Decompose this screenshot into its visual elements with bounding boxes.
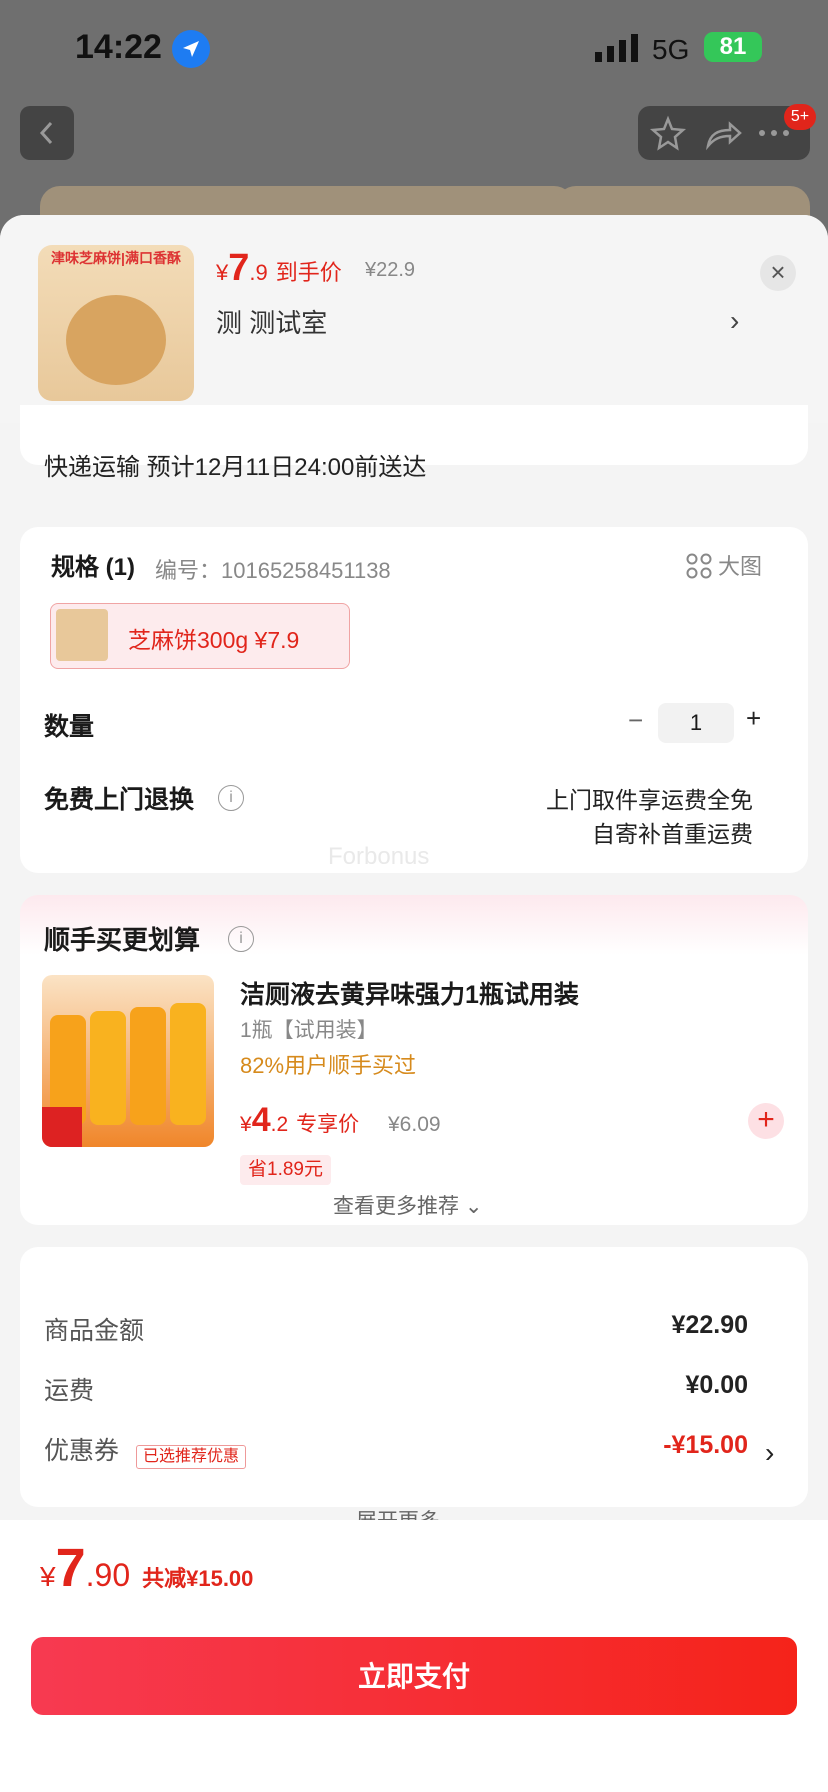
total-decimal: .90 [85,1557,131,1593]
watermark: Forbonus [328,843,430,870]
shipping-fee-label: 运费 [44,1377,95,1405]
battery-icon: 81 [704,32,762,62]
chevron-left-icon [39,121,53,145]
subtotal-value: ¥22.90 [671,1311,748,1339]
original-price: ¥22.9 [365,259,416,281]
grid-icon [686,553,712,579]
pay-now-button[interactable]: 立即支付 [31,1637,797,1715]
thumbnail-brand-text: 津味芝麻饼|满口香酥 [51,250,181,266]
status-time: 14:22 [75,28,162,66]
currency-symbol: ¥ [216,260,229,285]
discount-note: 共减¥15.00 [142,1566,254,1591]
total-price: ¥7.90 共减¥15.00 [40,1537,253,1599]
bundle-title: 顺手买更划算 [44,925,201,955]
coupon-tag: 已选推荐优惠 [136,1445,247,1469]
product-thumbnail[interactable]: 津味芝麻饼|满口香酥 [38,245,194,401]
more-icon[interactable] [759,130,789,136]
star-icon[interactable] [649,115,687,151]
return-policy-line2: 自寄补首重运费 [592,821,753,847]
sesame-cookie-image [66,295,166,385]
more-recommendations-link[interactable]: 查看更多推荐 ⌄ [333,1190,482,1220]
spec-option-label: 芝麻饼300g ¥7.9 [128,627,300,653]
info-icon[interactable]: i [228,926,254,952]
free-return-label: 免费上门退换 [44,786,195,814]
info-icon[interactable]: i [218,785,244,811]
price-decimal: .9 [249,260,268,285]
spec-title: 规格 (1) [51,554,135,581]
price-label: 专享价 [296,1113,360,1136]
price-decimal: .2 [270,1113,289,1136]
quantity-increase-button[interactable]: + [746,703,761,734]
bundle-social-proof: 82%用户顺手买过 [240,1053,417,1078]
close-button[interactable]: × [760,255,796,291]
bundle-product-image[interactable] [42,975,214,1147]
signal-icon [595,34,638,62]
currency-symbol: ¥ [240,1113,252,1136]
bundle-product-name[interactable]: 洁厕液去黄异味强力1瓶试用装 [240,975,579,1011]
return-policy-line1: 上门取件享运费全免 [546,787,753,813]
back-button[interactable] [20,106,74,160]
total-integer: 7 [55,1538,86,1598]
coupon-value[interactable]: -¥15.00 [663,1431,748,1460]
currency-symbol: ¥ [40,1561,56,1592]
price-integer: 7 [228,247,250,289]
coupon-label: 优惠券 [44,1437,120,1465]
large-image-toggle[interactable]: 大图 [686,549,762,581]
quantity-input[interactable]: 1 [658,703,734,743]
bundle-original-price: ¥6.09 [388,1113,441,1136]
network-label: 5G [652,34,690,65]
quantity-decrease-button[interactable]: − [628,705,643,736]
spec-option-image [56,609,108,661]
savings-tag: 省1.89元 [240,1155,331,1185]
large-image-label: 大图 [718,554,763,579]
shop-name[interactable]: 测 测试室 [216,303,327,340]
chevron-right-icon[interactable]: › [730,305,739,337]
price-label: 到手价 [275,260,342,285]
bundle-product-sku: 1瓶【试用装】 [240,1019,378,1042]
close-icon: × [770,257,786,287]
shipping-fee-value: ¥0.00 [685,1371,748,1399]
quantity-label: 数量 [44,713,95,741]
product-code: 编号：10165258451138 [155,558,391,583]
bundle-price: ¥4.2 专享价 [240,1101,359,1140]
status-bar: 14:22 5G 81 [0,0,828,100]
add-bundle-item-button[interactable]: + [748,1103,784,1139]
share-icon[interactable] [706,121,742,151]
shipping-estimate: 快递运输 预计12月11日24:00前送达 [44,454,427,481]
subtotal-label: 商品金额 [44,1317,145,1345]
location-icon [172,30,210,68]
chevron-right-icon[interactable]: › [765,1437,774,1469]
notification-badge: 5+ [784,104,816,130]
price-integer: 4 [251,1101,271,1139]
final-price: ¥7.9 到手价 [216,247,342,290]
